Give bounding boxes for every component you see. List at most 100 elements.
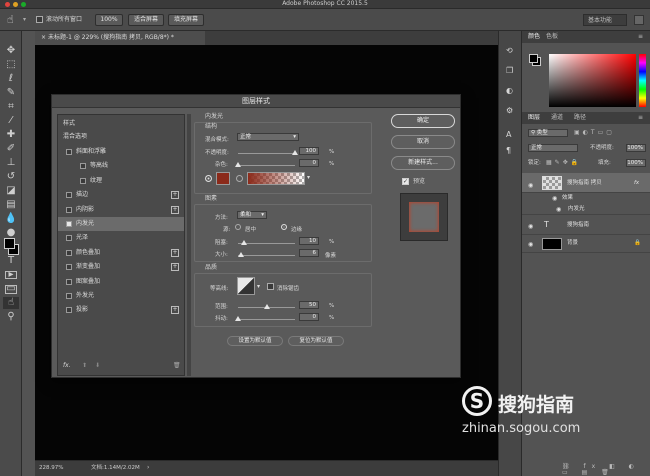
status-menu-arrow-icon[interactable]: › [147, 465, 149, 471]
size-slider-knob[interactable] [238, 252, 245, 257]
style-item-row[interactable]: 等高线 [58, 159, 184, 173]
properties-panel-icon[interactable]: ❐ [506, 67, 513, 75]
add-style-plus-icon[interactable]: + [171, 248, 179, 257]
style-item-checkbox[interactable] [66, 235, 72, 242]
style-item-checkbox[interactable] [66, 293, 72, 299]
scroll-all-checkbox[interactable] [36, 16, 43, 23]
styles-header[interactable]: 样式 [58, 117, 184, 131]
panel-menu-icon[interactable]: ≡ [638, 32, 643, 42]
blend-mode-select[interactable]: 正常 ▾ [237, 133, 299, 141]
visibility-eye-icon[interactable]: ◉ [528, 220, 533, 233]
style-item-row[interactable]: 描边 + [58, 188, 184, 202]
history-panel-icon[interactable]: ⟲ [506, 47, 513, 55]
tab-channels[interactable]: 通道 [551, 113, 563, 123]
quick-select-tool-icon[interactable]: ✎ [3, 87, 19, 99]
set-default-button[interactable]: 设置为默认值 [227, 336, 283, 346]
layer-opacity-input[interactable]: 100% [626, 144, 646, 152]
style-item-row[interactable]: 图案叠加 [58, 275, 184, 289]
gradient-radio[interactable] [236, 175, 243, 182]
arrange-documents-icon[interactable] [634, 15, 644, 25]
color-radio[interactable] [205, 175, 212, 182]
style-item-row[interactable]: 光泽 [58, 231, 184, 245]
style-item-row[interactable]: 内阴影 + [58, 203, 184, 217]
move-up-icon[interactable]: ⬆ [82, 363, 87, 369]
tab-color[interactable]: 颜色 [528, 32, 540, 42]
character-panel-icon[interactable]: A [506, 131, 511, 139]
fx-badge-icon[interactable]: fx [634, 177, 639, 190]
opacity-slider[interactable] [238, 153, 295, 154]
noise-slider[interactable] [238, 165, 295, 166]
add-style-plus-icon[interactable]: + [171, 263, 179, 272]
layer-blend-mode-select[interactable]: 正常 [528, 144, 578, 152]
zoom-readout[interactable]: 228.97% [39, 465, 63, 472]
add-style-plus-icon[interactable]: + [171, 205, 179, 214]
add-style-plus-icon[interactable]: + [171, 306, 179, 315]
style-item-row[interactable]: 纹理 [58, 174, 184, 188]
source-edge-radio[interactable] [281, 224, 287, 230]
move-down-icon[interactable]: ⬇ [95, 363, 100, 369]
layer-kind-filter[interactable]: ⚲ 类型 [528, 129, 568, 137]
fill-screen-button[interactable]: 填充屏幕 [168, 14, 204, 26]
eyedropper-tool-icon[interactable]: ⁄ [3, 115, 19, 127]
tool-preset-chevron-icon[interactable]: ▾ [23, 17, 26, 23]
method-select[interactable]: 柔和 ▾ [237, 211, 267, 219]
range-slider-knob[interactable] [263, 304, 270, 309]
inner-glow-eye-icon[interactable]: ◉ [556, 204, 561, 215]
style-item-row[interactable]: 外发光 [58, 289, 184, 303]
zoom-100-button[interactable]: 100% [95, 14, 123, 26]
style-item-checkbox[interactable] [66, 307, 72, 314]
style-item-checkbox[interactable] [66, 249, 72, 256]
history-brush-tool-icon[interactable]: ↺ [3, 171, 19, 183]
style-item-row[interactable]: 渐变叠加 + [58, 260, 184, 274]
layer-row-background[interactable]: ◉ 背景 🔒 [522, 235, 650, 253]
style-item-checkbox[interactable] [66, 221, 72, 227]
source-center-radio[interactable] [235, 224, 241, 230]
layer-effects-row[interactable]: ◉ 效果 [522, 193, 650, 204]
layer-filter-icons[interactable]: ▣◐T▭▢ [574, 130, 615, 136]
fx-menu-button[interactable]: fx. [63, 363, 71, 369]
tab-swatches[interactable]: 色板 [546, 32, 558, 42]
style-item-checkbox[interactable] [80, 163, 86, 170]
layer-fill-input[interactable]: 100% [626, 159, 646, 167]
trash-icon[interactable]: 🗑 [173, 363, 181, 369]
hand-tool-icon[interactable]: ☝ [7, 13, 14, 26]
ok-button[interactable]: 确定 [391, 114, 455, 128]
layer-row-copy[interactable]: ◉ 搜狗指南 拷贝 fx [522, 173, 650, 193]
move-tool-icon[interactable]: ✥ [3, 45, 19, 57]
layers-footer-icons[interactable]: ⛓ fx ◧ ◐ ▭ ▤ 🗑 [562, 464, 650, 476]
visibility-eye-icon[interactable]: ◉ [528, 179, 533, 192]
eraser-tool-icon[interactable]: ◪ [3, 185, 19, 197]
reset-default-button[interactable]: 复位为默认值 [288, 336, 344, 346]
document-tab[interactable]: × 未标题-1 @ 229% (搜狗指南 拷贝, RGB/8*) * [35, 31, 205, 45]
lasso-tool-icon[interactable]: ℓ [3, 73, 19, 85]
color-picker-field[interactable] [549, 54, 636, 107]
contour-picker[interactable] [237, 277, 255, 295]
tab-close-icon[interactable]: × [41, 34, 46, 41]
style-item-checkbox[interactable] [66, 149, 72, 155]
size-slider[interactable] [238, 255, 295, 256]
size-input[interactable]: 6 [299, 249, 319, 257]
screen-mode-icon[interactable] [5, 285, 17, 294]
choke-slider-knob[interactable] [240, 240, 247, 245]
style-item-row[interactable]: 投影 + [58, 303, 184, 317]
new-style-button[interactable]: 新建样式... [391, 156, 455, 170]
style-item-row[interactable]: 内发光 [58, 217, 184, 231]
tab-paths[interactable]: 路径 [574, 113, 586, 123]
clone-stamp-tool-icon[interactable]: ⊥ [3, 157, 19, 169]
marquee-tool-icon[interactable]: ⬚ [3, 59, 19, 71]
crop-tool-icon[interactable]: ⌗ [3, 101, 19, 113]
adjustments-panel-icon[interactable]: ◐ [506, 87, 513, 95]
fit-screen-button[interactable]: 适合屏幕 [128, 14, 164, 26]
opacity-slider-knob[interactable] [292, 150, 298, 155]
lock-icons[interactable]: ▦✎✥🔒 [546, 160, 581, 166]
paragraph-panel-icon[interactable]: ¶ [506, 147, 511, 155]
jitter-slider[interactable] [238, 319, 295, 320]
layer-name[interactable]: 搜狗指南 [567, 219, 589, 232]
layer-name[interactable]: 搜狗指南 拷贝 [567, 177, 602, 190]
brush-tool-icon[interactable]: ✐ [3, 143, 19, 155]
layers-menu-icon[interactable]: ≡ [638, 113, 643, 123]
hue-slider[interactable] [639, 54, 646, 107]
jitter-input[interactable]: 0 [299, 313, 319, 321]
effects-eye-icon[interactable]: ◉ [552, 193, 557, 204]
style-item-row[interactable]: 斜面和浮雕 [58, 145, 184, 159]
